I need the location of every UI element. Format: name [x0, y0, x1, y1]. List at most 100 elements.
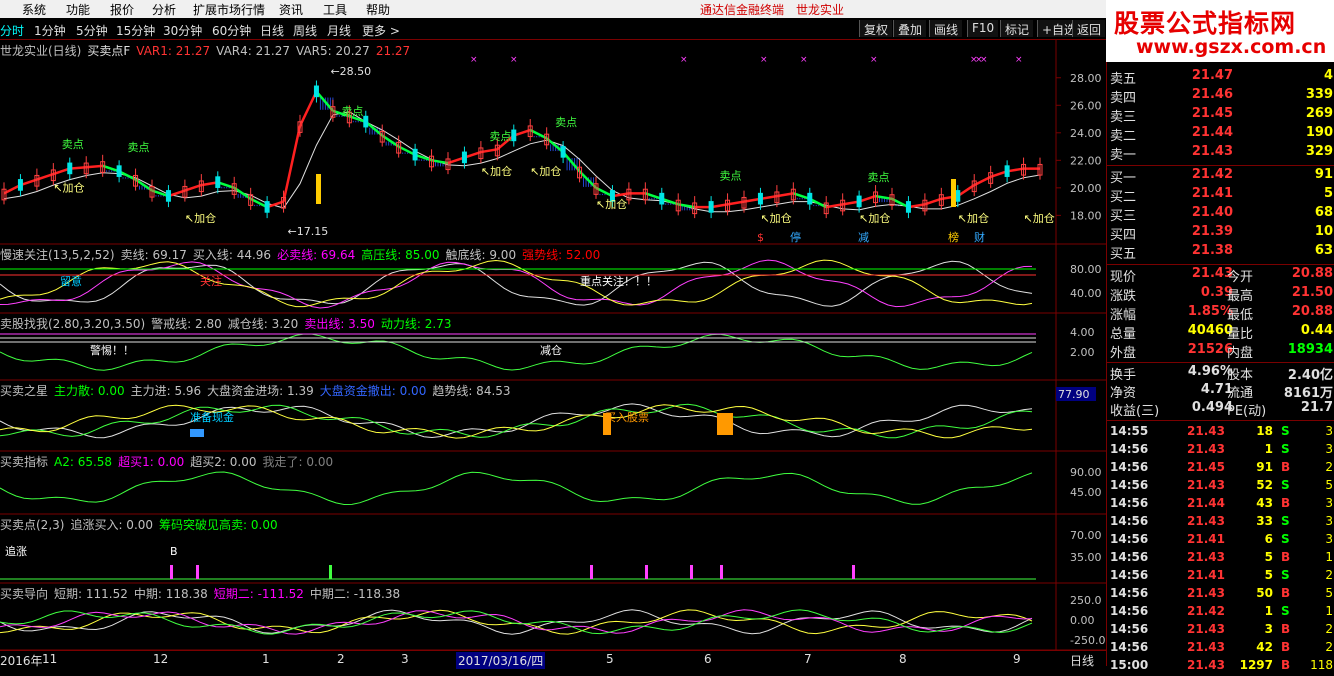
tool-button[interactable]: 画线	[929, 20, 963, 37]
period-tab[interactable]: 月线	[327, 22, 351, 39]
title-field: 买卖点F	[87, 44, 131, 58]
level-label: 买三	[1110, 209, 1137, 224]
tick-count: 3	[1325, 424, 1333, 438]
stat-value: 21.7	[1300, 400, 1333, 415]
period-tab[interactable]: 30分钟	[163, 22, 202, 39]
tick-row: 15:00 21.43 1297 B 118	[1107, 658, 1334, 676]
stat-label: 最高	[1227, 289, 1254, 304]
order-book-row: 买三 21.40 68	[1107, 205, 1334, 224]
add-position-label: ↖加仓	[1024, 211, 1055, 225]
tick-time: 14:56	[1110, 532, 1149, 546]
time-tick-label: 2016年	[0, 654, 43, 668]
separator	[1107, 264, 1334, 265]
indicator-title: 卖股找我(2.80,3.20,3.50) 警戒线: 2.80 减仓线: 3.20 卖出…	[0, 315, 457, 332]
time-tick-label: 2	[337, 652, 345, 666]
period-tab[interactable]: 60分钟	[212, 22, 251, 39]
candle-body	[955, 190, 961, 202]
level-label: 卖一	[1110, 148, 1137, 163]
indicator-field: 超买2: 0.00	[190, 455, 257, 469]
period-tab[interactable]: 分时	[0, 22, 24, 39]
order-book-row: 卖五 21.47 4	[1107, 68, 1334, 87]
menu-item[interactable]: 分析	[152, 1, 176, 18]
stat-label: 总量	[1110, 327, 1137, 342]
tool-button[interactable]: 复权	[859, 20, 893, 37]
period-tab[interactable]: 周线	[293, 22, 317, 39]
period-tab[interactable]: 15分钟	[116, 22, 155, 39]
stat-value: 8161万	[1283, 386, 1333, 401]
menu-item[interactable]: 工具	[323, 1, 347, 18]
signal-label: 警惕！！	[90, 343, 134, 357]
stat-value: 21.43	[1191, 266, 1233, 281]
period-tab[interactable]: 日线	[260, 22, 284, 39]
menu-item[interactable]: 资讯	[279, 1, 303, 18]
tick-row: 14:56 21.43 42 B 2	[1107, 640, 1334, 658]
y-tick-label: 70.00	[1070, 529, 1102, 542]
y-tick-label: 45.00	[1070, 486, 1102, 499]
period-tab[interactable]: 更多 >	[362, 22, 400, 39]
indicator-field: 我走了: 0.00	[262, 455, 334, 469]
tick-volume: 5	[1264, 550, 1273, 564]
level-volume: 190	[1305, 125, 1333, 140]
tick-time: 14:56	[1110, 514, 1149, 528]
indicator-field: 中期二: -118.38	[309, 587, 401, 601]
stat-value: 4.96%	[1187, 364, 1233, 379]
chart-area[interactable]: 28.00 26.00 24.00 22.00 20.00 18.00 ←28.50 ←17.…	[0, 40, 1106, 650]
tick-count: 3	[1325, 442, 1333, 456]
menu-item[interactable]: 帮助	[366, 1, 390, 18]
indicator-field: 买卖导向	[0, 587, 49, 601]
stat-label: 内盘	[1227, 346, 1254, 361]
tick-count: 1	[1325, 550, 1333, 564]
tool-button[interactable]: F10	[967, 20, 999, 37]
level-price: 21.41	[1191, 186, 1233, 201]
signal-bar	[316, 174, 321, 204]
tick-price: 21.43	[1187, 442, 1225, 456]
order-book-row: 买二 21.41 5	[1107, 186, 1334, 205]
tick-price: 21.45	[1187, 460, 1225, 474]
tick-time: 14:56	[1110, 442, 1149, 456]
period-tab[interactable]: 5分钟	[76, 22, 108, 39]
stat-label: 涨跌	[1110, 289, 1137, 304]
tool-button[interactable]: 标记	[1000, 20, 1034, 37]
top-x-marker: ×	[470, 55, 478, 65]
stat-label: 外盘	[1110, 346, 1137, 361]
level-label: 买五	[1110, 247, 1137, 262]
title-field: 21.27	[375, 44, 411, 58]
indicator-field: 趋势线: 84.53	[432, 384, 511, 398]
event-marker: 停	[790, 230, 801, 244]
indicator-field: 买卖指标	[0, 455, 49, 469]
tick-volume: 1	[1264, 442, 1273, 456]
title-field: 世龙实业(日线)	[0, 44, 82, 58]
y-tick-label: -250.0	[1070, 634, 1105, 647]
menu-item[interactable]: 报价	[110, 1, 134, 18]
stat-row: 外盘 21526 内盘 18934	[1107, 342, 1334, 361]
menu-item[interactable]: 系统	[22, 1, 46, 18]
tool-button[interactable]: 返回	[1072, 20, 1106, 37]
menu-item[interactable]: 扩展市场行情	[193, 1, 265, 18]
y-tick-label: 20.00	[1070, 182, 1102, 195]
tick-price: 21.43	[1187, 640, 1225, 654]
menu-item[interactable]: 功能	[66, 1, 90, 18]
tick-side: S	[1281, 514, 1290, 528]
top-x-marker: ×	[870, 55, 878, 65]
period-tab[interactable]: 1分钟	[34, 22, 66, 39]
quote-panel: 卖五 21.47 4 卖四 21.46 339 卖三 21.45 269 卖二 21.44 190 卖一…	[1106, 62, 1334, 672]
tick-side: S	[1281, 478, 1290, 492]
y-tick-label: 24.00	[1070, 127, 1102, 140]
time-axis: 2016年 11 12 1 2 3 2017/03/16/四 5 6 7 8 9 日线	[0, 650, 1106, 669]
tool-button[interactable]: 叠加	[893, 20, 927, 37]
tick-volume: 3	[1264, 622, 1273, 636]
candle-body	[659, 192, 665, 205]
tick-count: 2	[1325, 568, 1333, 582]
indicator-line	[0, 609, 1033, 635]
indicator-field: 买入线: 44.96	[192, 248, 272, 262]
tick-time: 14:56	[1110, 568, 1149, 582]
level-price: 21.38	[1191, 243, 1233, 258]
add-position-label: ↖加仓	[185, 211, 216, 225]
tick-count: 2	[1325, 460, 1333, 474]
time-tick-label: 2017/03/16/四	[456, 652, 546, 669]
stat-value: 0.44	[1300, 323, 1333, 338]
level-label: 买一	[1110, 171, 1137, 186]
signal-label: B	[170, 545, 178, 558]
stat-label: 涨幅	[1110, 308, 1137, 323]
tick-price: 21.43	[1187, 586, 1225, 600]
